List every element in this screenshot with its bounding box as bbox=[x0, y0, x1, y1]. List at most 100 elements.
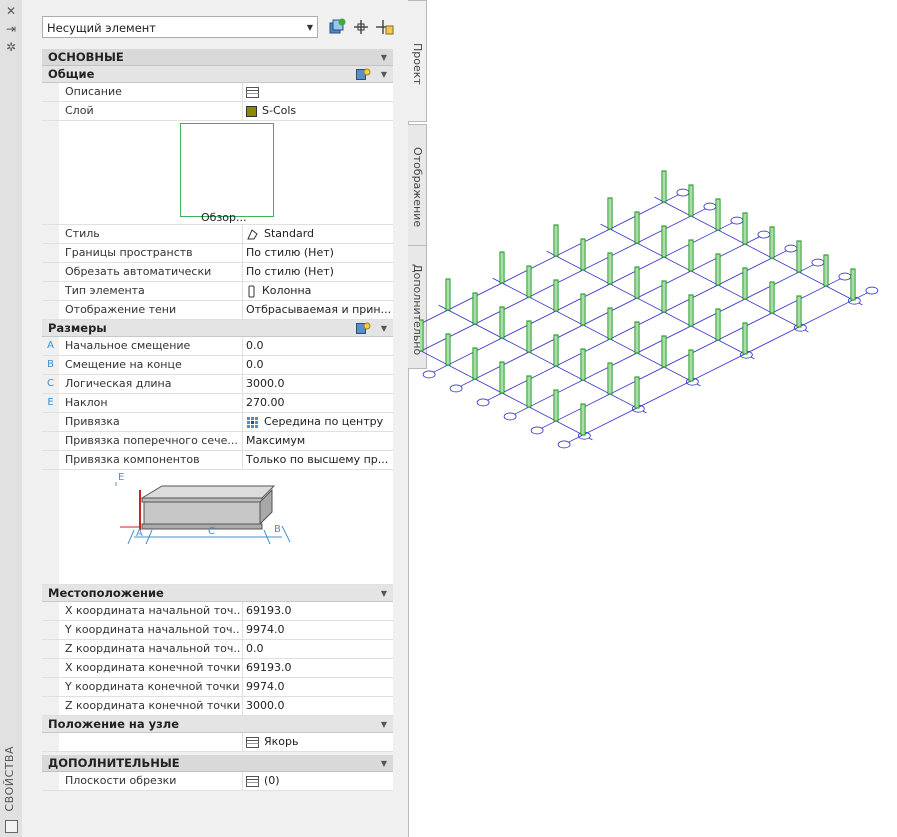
structural-column[interactable] bbox=[661, 170, 667, 203]
chevron-down-icon[interactable]: ▼ bbox=[381, 66, 387, 83]
chevron-down-icon[interactable]: ▼ bbox=[381, 320, 387, 337]
prop-row-general[interactable]: Стиль Standard bbox=[42, 225, 393, 244]
model-viewport[interactable] bbox=[420, 140, 897, 450]
structural-column[interactable] bbox=[688, 184, 694, 217]
chevron-down-icon[interactable]: ▼ bbox=[381, 755, 387, 772]
structural-column[interactable] bbox=[796, 240, 802, 273]
select-objects-icon[interactable] bbox=[352, 18, 370, 36]
group-general[interactable]: Общие ▼ bbox=[42, 66, 393, 83]
structural-column[interactable] bbox=[715, 253, 721, 286]
group-anchor[interactable]: Положение на узле ▼ bbox=[42, 716, 393, 733]
structural-column[interactable] bbox=[715, 198, 721, 231]
element-type-select[interactable]: Несущий элемент ▼ bbox=[42, 16, 318, 38]
structural-column[interactable] bbox=[634, 376, 640, 409]
prop-row-dimension[interactable]: B Смещение на конце 0.0 bbox=[42, 356, 393, 375]
prop-row-location[interactable]: Y координата начальной точ... 9974.0 bbox=[42, 621, 393, 640]
prop-row-dimension[interactable]: Привязка поперечного сече... Максимум bbox=[42, 432, 393, 451]
prop-row-location[interactable]: Y координата конечной точки 9974.0 bbox=[42, 678, 393, 697]
worksheet-icon[interactable] bbox=[246, 86, 259, 98]
structural-column[interactable] bbox=[445, 278, 451, 311]
settings-icon[interactable]: ✲ bbox=[5, 41, 17, 53]
tab-project[interactable]: Проект bbox=[408, 0, 427, 122]
prop-row-description[interactable]: Описание bbox=[42, 83, 393, 102]
structural-column[interactable] bbox=[688, 349, 694, 382]
structural-column[interactable] bbox=[850, 268, 856, 301]
structural-column[interactable] bbox=[607, 252, 613, 285]
prop-row-location[interactable]: Z координата конечной точки 3000.0 bbox=[42, 697, 393, 716]
prop-row-clip-planes[interactable]: Плоскости обрезки (0) bbox=[42, 772, 393, 791]
structural-column[interactable] bbox=[499, 306, 505, 339]
structural-column[interactable] bbox=[661, 225, 667, 258]
structural-column[interactable] bbox=[823, 254, 829, 287]
structural-column[interactable] bbox=[526, 320, 532, 353]
prop-row-location[interactable]: X координата начальной точ... 69193.0 bbox=[42, 602, 393, 621]
group-dimensions[interactable]: Размеры ▼ bbox=[42, 320, 393, 337]
prop-row-dimension[interactable]: Привязка компонентов Только по высшему пр… bbox=[42, 451, 393, 470]
pickadd-icon[interactable] bbox=[376, 18, 394, 36]
prop-row-location[interactable]: Z координата начальной точ... 0.0 bbox=[42, 640, 393, 659]
structural-column[interactable] bbox=[499, 361, 505, 394]
preview-image[interactable] bbox=[180, 123, 274, 217]
category-basic[interactable]: ОСНОВНЫЕ ▼ bbox=[42, 49, 393, 66]
structural-column[interactable] bbox=[634, 211, 640, 244]
structural-column[interactable] bbox=[742, 267, 748, 300]
structural-column[interactable] bbox=[499, 251, 505, 284]
prop-row-general[interactable]: Отображение тени Отбрасываемая и прин... bbox=[42, 301, 393, 320]
close-icon[interactable]: ✕ bbox=[5, 5, 17, 17]
structural-column[interactable] bbox=[742, 322, 748, 355]
structural-column[interactable] bbox=[607, 307, 613, 340]
structural-column[interactable] bbox=[688, 294, 694, 327]
structural-column[interactable] bbox=[553, 389, 559, 422]
structural-column[interactable] bbox=[607, 197, 613, 230]
structural-column[interactable] bbox=[553, 279, 559, 312]
chevron-down-icon[interactable]: ▼ bbox=[381, 716, 387, 733]
worksheet-icon[interactable] bbox=[246, 736, 259, 748]
chevron-down-icon[interactable]: ▼ bbox=[381, 49, 387, 66]
prop-row-location[interactable]: X координата конечной точки 69193.0 bbox=[42, 659, 393, 678]
prop-row-dimension[interactable]: Привязка Середина по центру bbox=[42, 413, 393, 432]
prop-row-general[interactable]: Границы пространств По стилю (Нет) bbox=[42, 244, 393, 263]
image-preview-icon[interactable] bbox=[356, 67, 371, 81]
grid-bubble bbox=[757, 230, 771, 239]
structural-column[interactable] bbox=[580, 238, 586, 271]
image-preview-icon[interactable] bbox=[356, 321, 371, 335]
structural-column[interactable] bbox=[445, 333, 451, 366]
group-location[interactable]: Местоположение ▼ bbox=[42, 585, 393, 602]
structural-column[interactable] bbox=[526, 375, 532, 408]
prop-row-dimension[interactable]: C Логическая длина 3000.0 bbox=[42, 375, 393, 394]
prop-row-general[interactable]: Тип элемента Колонна bbox=[42, 282, 393, 301]
prop-row-general[interactable]: Обрезать автоматически По стилю (Нет) bbox=[42, 263, 393, 282]
prop-row-dimension[interactable]: A Начальное смещение 0.0 bbox=[42, 337, 393, 356]
structural-column[interactable] bbox=[607, 362, 613, 395]
structural-column[interactable] bbox=[420, 319, 424, 352]
structural-column[interactable] bbox=[472, 292, 478, 325]
category-extra[interactable]: ДОПОЛНИТЕЛЬНЫЕ ▼ bbox=[42, 755, 393, 772]
structural-column[interactable] bbox=[472, 347, 478, 380]
structural-column[interactable] bbox=[688, 239, 694, 272]
structural-column[interactable] bbox=[661, 280, 667, 313]
prop-row-anchor[interactable]: Якорь bbox=[42, 733, 393, 752]
element-type-value: Несущий элемент bbox=[47, 21, 156, 35]
structural-column[interactable] bbox=[715, 308, 721, 341]
palette-menu-icon[interactable] bbox=[5, 820, 18, 833]
structural-column[interactable] bbox=[580, 293, 586, 326]
chevron-down-icon[interactable]: ▼ bbox=[381, 585, 387, 602]
prop-row-dimension[interactable]: E Наклон 270.00 bbox=[42, 394, 393, 413]
structural-column[interactable] bbox=[769, 226, 775, 259]
structural-column[interactable] bbox=[580, 348, 586, 381]
structural-column[interactable] bbox=[553, 224, 559, 257]
auto-hide-icon[interactable]: ⇥ bbox=[5, 23, 17, 35]
quick-select-icon[interactable] bbox=[328, 18, 346, 36]
structural-column[interactable] bbox=[553, 334, 559, 367]
structural-column[interactable] bbox=[661, 335, 667, 368]
worksheet-icon[interactable] bbox=[246, 775, 259, 787]
structural-column[interactable] bbox=[580, 403, 586, 436]
structural-column[interactable] bbox=[634, 321, 640, 354]
structural-column[interactable] bbox=[526, 265, 532, 298]
structural-column[interactable] bbox=[742, 212, 748, 245]
structural-column[interactable] bbox=[769, 281, 775, 314]
structural-column[interactable] bbox=[634, 266, 640, 299]
structural-column[interactable] bbox=[796, 295, 802, 328]
prop-row-layer[interactable]: Слой S-Cols bbox=[42, 102, 393, 121]
preview-button[interactable]: Обзор... bbox=[201, 211, 247, 224]
